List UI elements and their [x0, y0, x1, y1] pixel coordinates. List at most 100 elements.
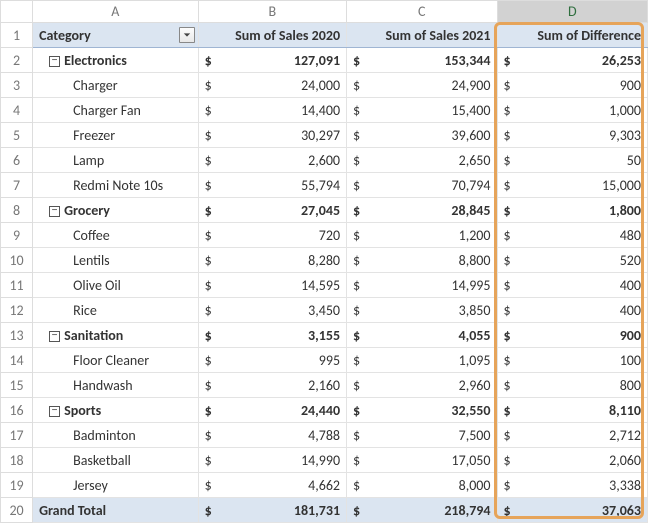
group-sales-2021[interactable]: $ 4,055: [347, 323, 497, 348]
row-header-9[interactable]: 9: [1, 223, 33, 248]
collapse-toggle[interactable]: −: [49, 406, 60, 417]
group-sales-2021[interactable]: $ 153,344: [347, 48, 497, 73]
item-label-cell[interactable]: Olive Oil: [33, 273, 199, 298]
header-category[interactable]: Category: [33, 23, 199, 48]
collapse-toggle[interactable]: −: [49, 331, 60, 342]
item-difference[interactable]: $ 15,000: [497, 173, 648, 198]
item-label-cell[interactable]: Redmi Note 10s: [33, 173, 199, 198]
select-all-corner[interactable]: [1, 1, 33, 23]
item-label-cell[interactable]: Charger: [33, 73, 199, 98]
row-header-3[interactable]: 3: [1, 73, 33, 98]
row-header-11[interactable]: 11: [1, 273, 33, 298]
item-sales-2020[interactable]: $ 4,788: [198, 423, 346, 448]
item-sales-2021[interactable]: $ 2,960: [347, 373, 497, 398]
item-difference[interactable]: $ 520: [497, 248, 648, 273]
item-sales-2020[interactable]: $ 55,794: [198, 173, 346, 198]
item-difference[interactable]: $ 50: [497, 148, 648, 173]
filter-dropdown-button[interactable]: [179, 27, 195, 43]
row-header-17[interactable]: 17: [1, 423, 33, 448]
row-header-20[interactable]: 20: [1, 498, 33, 523]
row-header-14[interactable]: 14: [1, 348, 33, 373]
group-label-cell[interactable]: −Electronics: [33, 48, 199, 73]
item-sales-2020[interactable]: $ 2,160: [198, 373, 346, 398]
item-sales-2020[interactable]: $ 720: [198, 223, 346, 248]
item-sales-2021[interactable]: $ 17,050: [347, 448, 497, 473]
item-label-cell[interactable]: Basketball: [33, 448, 199, 473]
item-sales-2021[interactable]: $ 7,500: [347, 423, 497, 448]
row-header-2[interactable]: 2: [1, 48, 33, 73]
item-sales-2020[interactable]: $ 14,400: [198, 98, 346, 123]
item-difference[interactable]: $ 2,060: [497, 448, 648, 473]
item-sales-2021[interactable]: $ 3,850: [347, 298, 497, 323]
item-sales-2021[interactable]: $ 15,400: [347, 98, 497, 123]
item-sales-2020[interactable]: $ 2,600: [198, 148, 346, 173]
item-sales-2021[interactable]: $ 2,650: [347, 148, 497, 173]
group-difference[interactable]: $ 8,110: [497, 398, 648, 423]
collapse-toggle[interactable]: −: [49, 206, 60, 217]
item-sales-2021[interactable]: $ 24,900: [347, 73, 497, 98]
item-sales-2021[interactable]: $ 39,600: [347, 123, 497, 148]
row-header-8[interactable]: 8: [1, 198, 33, 223]
row-header-5[interactable]: 5: [1, 123, 33, 148]
col-header-D[interactable]: D: [497, 1, 648, 23]
group-sales-2020[interactable]: $ 27,045: [198, 198, 346, 223]
total-difference[interactable]: $ 37,063: [497, 498, 648, 523]
group-difference[interactable]: $ 1,800: [497, 198, 648, 223]
row-header-10[interactable]: 10: [1, 248, 33, 273]
total-sales-2020[interactable]: $ 181,731: [198, 498, 346, 523]
row-header-4[interactable]: 4: [1, 98, 33, 123]
grand-total-label-cell[interactable]: Grand Total: [33, 498, 199, 523]
item-sales-2020[interactable]: $ 3,450: [198, 298, 346, 323]
item-sales-2021[interactable]: $ 8,000: [347, 473, 497, 498]
item-label-cell[interactable]: Rice: [33, 298, 199, 323]
item-label-cell[interactable]: Charger Fan: [33, 98, 199, 123]
item-difference[interactable]: $ 3,338: [497, 473, 648, 498]
item-difference[interactable]: $ 800: [497, 373, 648, 398]
row-header-13[interactable]: 13: [1, 323, 33, 348]
header-difference[interactable]: Sum of Difference: [497, 23, 648, 48]
group-sales-2021[interactable]: $ 28,845: [347, 198, 497, 223]
col-header-B[interactable]: B: [198, 1, 346, 23]
header-sales-2020[interactable]: Sum of Sales 2020: [198, 23, 346, 48]
item-sales-2020[interactable]: $ 995: [198, 348, 346, 373]
item-sales-2020[interactable]: $ 24,000: [198, 73, 346, 98]
item-difference[interactable]: $ 2,712: [497, 423, 648, 448]
item-label-cell[interactable]: Handwash: [33, 373, 199, 398]
group-sales-2020[interactable]: $ 127,091: [198, 48, 346, 73]
item-sales-2021[interactable]: $ 1,095: [347, 348, 497, 373]
item-sales-2020[interactable]: $ 14,595: [198, 273, 346, 298]
row-header-1[interactable]: 1: [1, 23, 33, 48]
group-difference[interactable]: $ 900: [497, 323, 648, 348]
item-sales-2021[interactable]: $ 14,995: [347, 273, 497, 298]
item-label-cell[interactable]: Floor Cleaner: [33, 348, 199, 373]
item-difference[interactable]: $ 100: [497, 348, 648, 373]
item-sales-2020[interactable]: $ 4,662: [198, 473, 346, 498]
item-label-cell[interactable]: Jersey: [33, 473, 199, 498]
group-label-cell[interactable]: −Sports: [33, 398, 199, 423]
group-sales-2020[interactable]: $ 24,440: [198, 398, 346, 423]
item-difference[interactable]: $ 400: [497, 298, 648, 323]
item-sales-2021[interactable]: $ 8,800: [347, 248, 497, 273]
item-label-cell[interactable]: Coffee: [33, 223, 199, 248]
group-difference[interactable]: $ 26,253: [497, 48, 648, 73]
item-difference[interactable]: $ 480: [497, 223, 648, 248]
row-header-15[interactable]: 15: [1, 373, 33, 398]
item-sales-2021[interactable]: $ 70,794: [347, 173, 497, 198]
group-sales-2021[interactable]: $ 32,550: [347, 398, 497, 423]
item-sales-2021[interactable]: $ 1,200: [347, 223, 497, 248]
item-difference[interactable]: $ 400: [497, 273, 648, 298]
group-label-cell[interactable]: −Sanitation: [33, 323, 199, 348]
item-difference[interactable]: $ 900: [497, 73, 648, 98]
col-header-A[interactable]: A: [33, 1, 199, 23]
item-sales-2020[interactable]: $ 8,280: [198, 248, 346, 273]
row-header-12[interactable]: 12: [1, 298, 33, 323]
row-header-18[interactable]: 18: [1, 448, 33, 473]
item-label-cell[interactable]: Lentils: [33, 248, 199, 273]
total-sales-2021[interactable]: $ 218,794: [347, 498, 497, 523]
item-sales-2020[interactable]: $ 14,990: [198, 448, 346, 473]
row-header-6[interactable]: 6: [1, 148, 33, 173]
item-label-cell[interactable]: Badminton: [33, 423, 199, 448]
row-header-7[interactable]: 7: [1, 173, 33, 198]
item-label-cell[interactable]: Freezer: [33, 123, 199, 148]
group-sales-2020[interactable]: $ 3,155: [198, 323, 346, 348]
